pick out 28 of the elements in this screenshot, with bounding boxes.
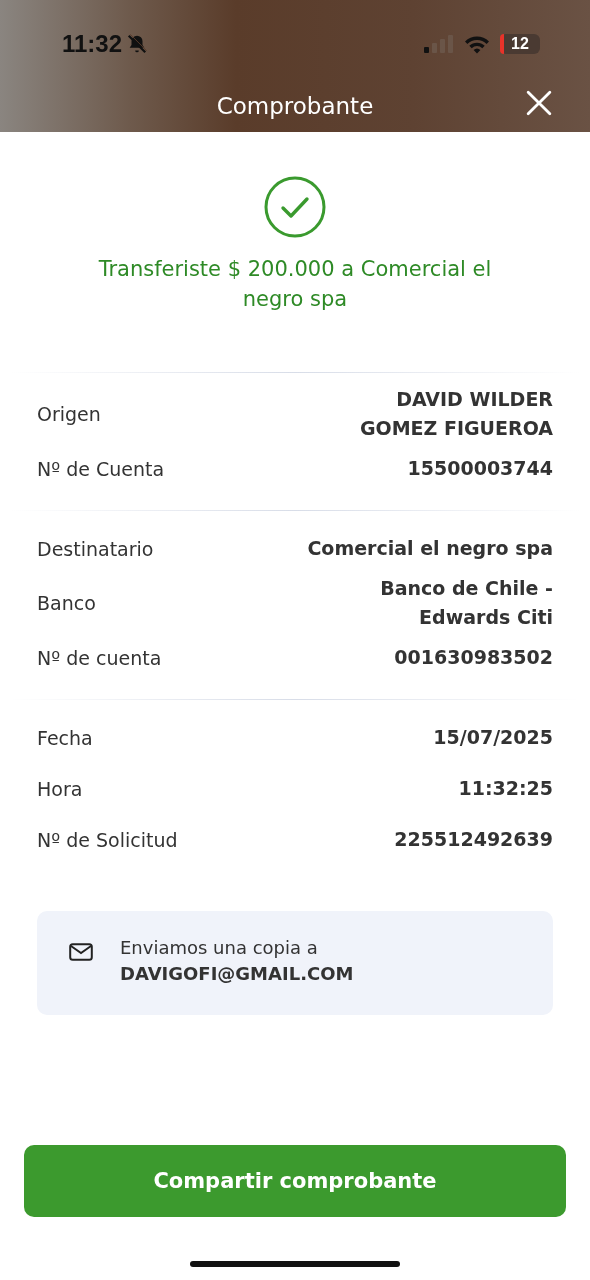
detail-label: Nº de Cuenta (37, 457, 165, 480)
screen-title: Comprobante (216, 93, 374, 119)
detail-label: Nº de cuenta (37, 646, 162, 669)
detail-value: 001630983502 (394, 645, 553, 670)
success-message: Transferiste $ 200.000 a Comercial el negro spa (97, 256, 493, 313)
signal-icon (424, 35, 454, 53)
detail-value: Comercial el negro spa (307, 536, 553, 561)
close-icon[interactable] (526, 90, 552, 116)
battery-icon: 12 (500, 34, 540, 54)
detail-label: Hora (37, 777, 83, 800)
detail-label: Origen (37, 403, 101, 425)
detail-value: Banco de Chile - Edwards Citi (380, 576, 553, 630)
email-notice-text: Enviamos una copia a DAVIGOFI@GMAIL.COM (120, 936, 355, 986)
detail-label: Fecha (37, 726, 93, 749)
detail-value: DAVID WILDER GOMEZ FIGUEROA (359, 387, 553, 441)
detail-label: Destinatario (37, 537, 154, 560)
detail-value: 11:32:25 (458, 776, 553, 801)
share-receipt-button[interactable]: Compartir comprobante (24, 1145, 566, 1217)
check-circle-icon (264, 176, 326, 238)
detail-value: 15500003744 (407, 456, 553, 481)
envelope-icon (69, 943, 93, 961)
wifi-icon (464, 34, 490, 54)
detail-value: 225512492639 (394, 827, 553, 852)
status-time: 11:32 (62, 30, 123, 58)
detail-label: Nº de Solicitud (37, 828, 178, 851)
detail-value: 15/07/2025 (433, 725, 553, 750)
bell-slash-icon (126, 33, 149, 55)
detail-label: Banco (37, 592, 96, 614)
